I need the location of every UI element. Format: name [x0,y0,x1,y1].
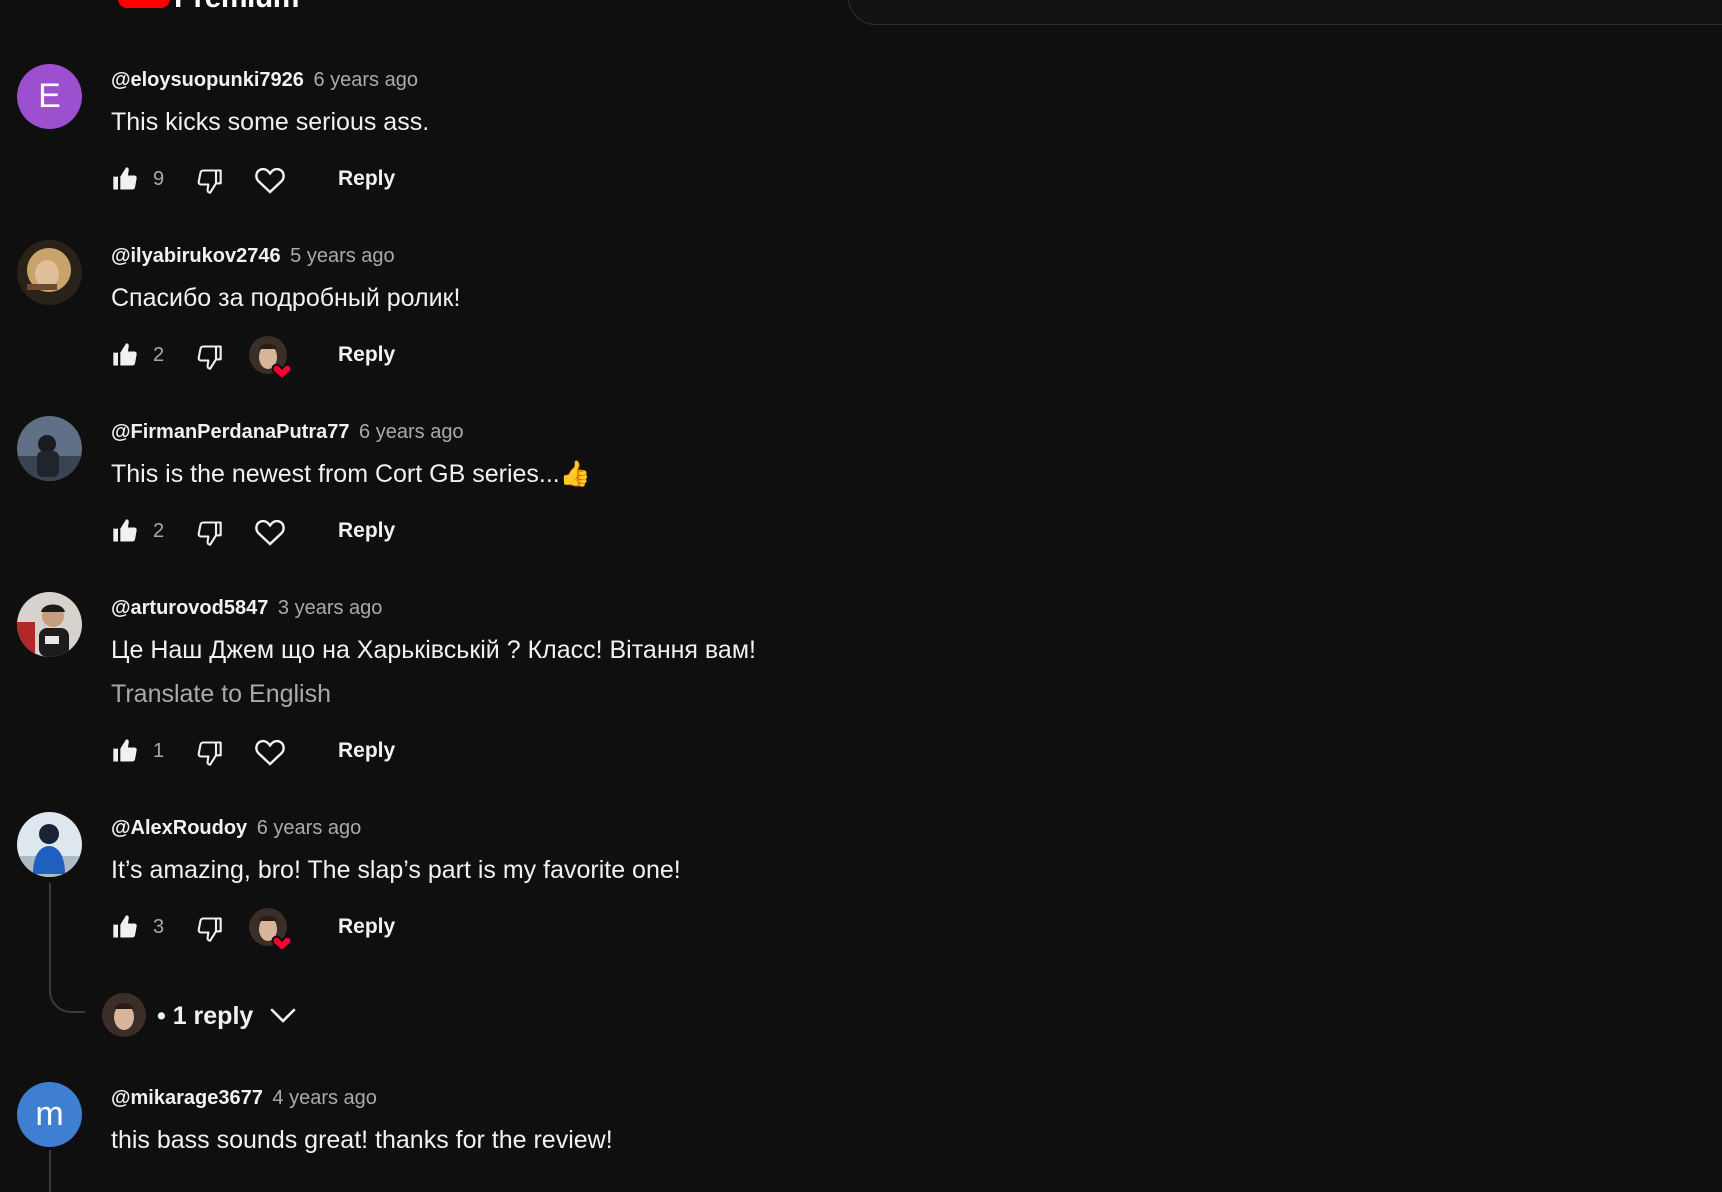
premium-label[interactable]: Premium [174,0,299,13]
reply-button[interactable]: Reply [338,914,395,940]
like-count: 3 [153,916,165,938]
avatar-letter: E [38,77,61,115]
thumbs-up-icon[interactable] [111,913,139,941]
thread-connector [49,883,85,1013]
reply-button[interactable]: Reply [338,518,395,544]
heart-icon[interactable] [253,735,287,769]
comment-text: It’s amazing, bro! The slap’s part is my… [111,856,681,884]
view-replies-button[interactable]: • 1 reply [102,993,402,1039]
thumbs-down-icon[interactable] [195,343,223,371]
comment-author[interactable]: @arturovod5847 [111,597,268,619]
like-count: 2 [153,344,165,366]
comment-actions: 1 Reply [111,731,711,771]
heart-icon[interactable] [253,515,287,549]
comment-time[interactable]: 3 years ago [278,597,383,619]
avatar[interactable] [17,592,82,657]
comment-header: @AlexRoudoy 6 years ago [111,815,361,841]
comment-text: Це Наш Джем що на Харьківській ? Класс! … [111,636,756,664]
comment-time[interactable]: 4 years ago [272,1087,377,1109]
comment-time[interactable]: 6 years ago [313,69,418,91]
comments-page: Premium E @eloysuopunki7926 6 years ago … [0,0,1722,1192]
comment-actions: 3 Reply [111,907,711,953]
avatar[interactable] [17,812,82,877]
reply-button[interactable]: Reply [338,166,395,192]
comment-header: @arturovod5847 3 years ago [111,595,382,621]
youtube-logo-icon[interactable] [118,0,170,8]
comment-time[interactable]: 6 years ago [359,421,464,443]
comment-text: This kicks some serious ass. [111,108,430,136]
comment-author[interactable]: @mikarage3677 [111,1087,263,1109]
thumbs-down-icon[interactable] [195,167,223,195]
reply-button[interactable]: Reply [338,342,395,368]
avatar[interactable]: E [17,64,82,129]
thumbs-up-icon[interactable] [111,517,139,545]
heart-icon[interactable] [253,163,287,197]
search-input[interactable] [848,0,1722,25]
creator-heart-icon [249,908,293,953]
creator-heart-icon [249,336,293,381]
comment-author[interactable]: @AlexRoudoy [111,817,247,839]
comment-header: @eloysuopunki7926 6 years ago [111,67,418,93]
comment-actions: 9 Reply [111,159,711,199]
thumbs-up-icon[interactable] [111,165,139,193]
comment-author[interactable]: @eloysuopunki7926 [111,69,304,91]
comment-author[interactable]: @ilyabirukov2746 [111,245,281,267]
thumbs-down-icon[interactable] [195,915,223,943]
thumbs-up-icon[interactable] [111,341,139,369]
comment-time[interactable]: 5 years ago [290,245,395,267]
comment-header: @mikarage3677 4 years ago [111,1085,377,1111]
comment-header: @ilyabirukov2746 5 years ago [111,243,395,269]
reply-button[interactable]: Reply [338,738,395,764]
comment-header: @FirmanPerdanaPutra77 6 years ago [111,419,464,445]
comment-actions: 2 Reply [111,511,711,551]
comment-time[interactable]: 6 years ago [257,817,362,839]
like-count: 1 [153,740,165,762]
comment-author[interactable]: @FirmanPerdanaPutra77 [111,421,349,443]
translate-link[interactable]: Translate to English [111,678,331,710]
hamburger-menu-icon[interactable] [35,0,71,2]
avatar[interactable]: m [17,1082,82,1147]
thumbs-down-icon[interactable] [195,739,223,767]
replies-count[interactable]: • 1 reply [157,1000,253,1032]
like-count: 9 [153,168,165,190]
avatar-letter: m [35,1095,64,1133]
avatar[interactable] [17,240,82,305]
like-count: 2 [153,520,165,542]
avatar[interactable] [17,416,82,481]
comment-text: This is the newest from Cort GB series..… [111,460,591,488]
creator-avatar [102,993,146,1037]
chevron-down-icon[interactable] [270,1007,296,1025]
comment-text: Спасибо за подробный ролик! [111,284,461,312]
comment-text: this bass sounds great! thanks for the r… [111,1126,613,1154]
thumbs-up-icon[interactable] [111,737,139,765]
comment-actions: 2 Reply [111,335,711,381]
thumbs-down-icon[interactable] [195,519,223,547]
masthead: Premium [0,0,1722,26]
thread-connector [49,1150,51,1192]
